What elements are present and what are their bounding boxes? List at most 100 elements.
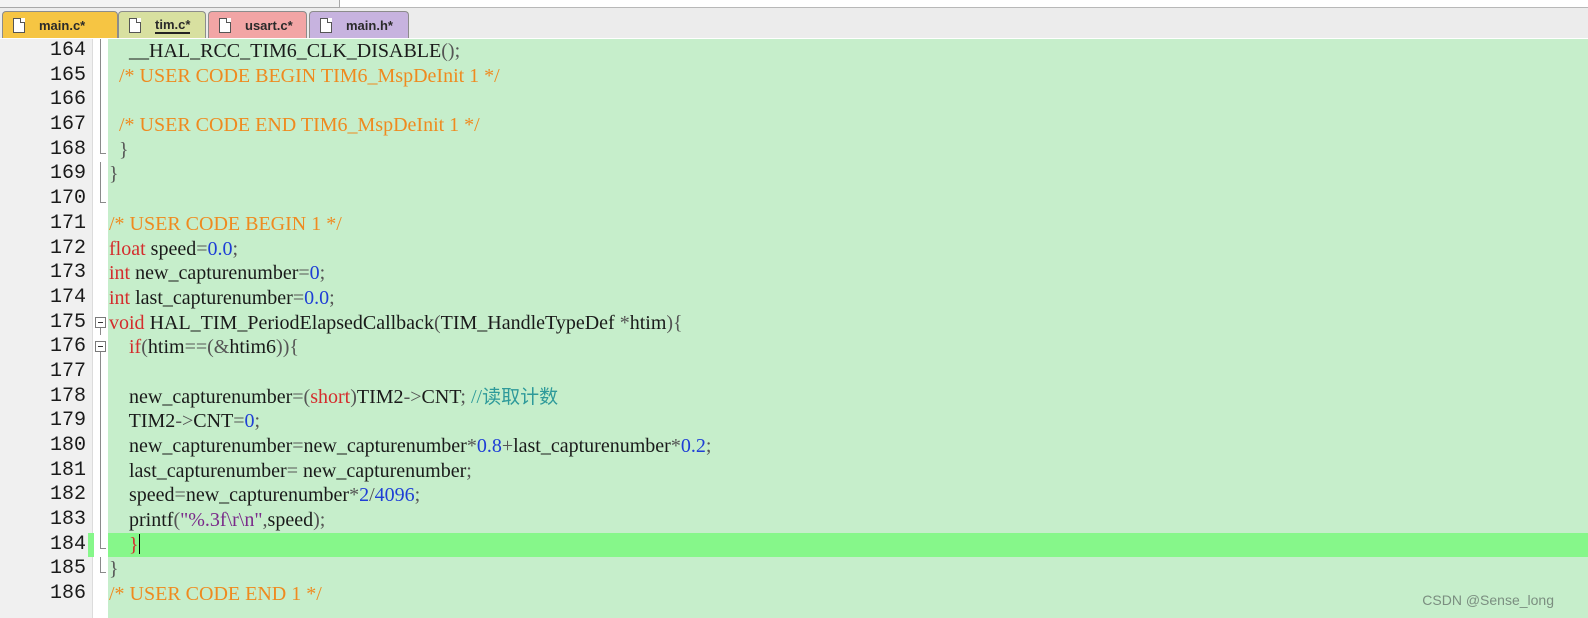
- code-line[interactable]: 168 }: [0, 137, 1588, 163]
- code-line[interactable]: 172 float speed=0.0;: [0, 236, 1588, 262]
- code-text[interactable]: }: [109, 533, 140, 558]
- code-line[interactable]: 170: [0, 187, 1588, 212]
- fold-marker[interactable]: [94, 335, 108, 361]
- code-text[interactable]: /* USER CODE END 1 */: [109, 582, 322, 607]
- code-text[interactable]: }: [109, 138, 129, 163]
- code-text[interactable]: new_capturenumber=(short)TIM2->CNT; //读取…: [109, 385, 558, 410]
- line-number: 164: [49, 39, 86, 62]
- code-line[interactable]: 178 new_capturenumber=(short)TIM2->CNT; …: [0, 384, 1588, 410]
- code-line[interactable]: 186 /* USER CODE END 1 */: [0, 582, 1588, 607]
- code-line[interactable]: 169}: [0, 162, 1588, 188]
- code-line[interactable]: 164 __HAL_RCC_TIM6_CLK_DISABLE();: [0, 39, 1588, 64]
- tab-label: main.c*: [39, 17, 86, 33]
- fold-marker: [94, 434, 108, 459]
- code-line[interactable]: 183 printf("%.3f\r\n",speed);: [0, 508, 1588, 533]
- code-line[interactable]: 175 void HAL_TIM_PeriodElapsedCallback(TI…: [0, 310, 1588, 336]
- code-line[interactable]: 179 TIM2->CNT=0;: [0, 409, 1588, 434]
- line-number: 181: [49, 458, 86, 482]
- code-text[interactable]: printf("%.3f\r\n",speed);: [109, 508, 325, 533]
- line-number: 173: [49, 261, 86, 285]
- code-text[interactable]: }: [109, 162, 119, 187]
- fold-marker: [94, 261, 108, 286]
- fold-marker[interactable]: [94, 310, 108, 336]
- file-icon: [219, 17, 231, 33]
- line-number: 170: [49, 187, 86, 211]
- fold-marker: [94, 458, 108, 484]
- code-editor[interactable]: 164 __HAL_RCC_TIM6_CLK_DISABLE(); 165 /* …: [0, 39, 1588, 618]
- line-number: 165: [49, 63, 86, 87]
- line-number: 185: [49, 557, 86, 581]
- code-line[interactable]: 165 /* USER CODE BEGIN TIM6_MspDeInit 1 …: [0, 63, 1588, 89]
- code-line[interactable]: 177: [0, 359, 1588, 385]
- line-number: 172: [49, 236, 86, 260]
- code-text[interactable]: /* USER CODE BEGIN 1 */: [109, 212, 342, 237]
- fold-marker: [94, 162, 108, 188]
- code-text[interactable]: float speed=0.0;: [109, 237, 238, 262]
- tab-tim-c[interactable]: tim.c*: [118, 11, 206, 38]
- code-text[interactable]: void HAL_TIM_PeriodElapsedCallback(TIM_H…: [109, 311, 683, 336]
- file-icon: [13, 17, 25, 33]
- line-number: 182: [49, 483, 86, 507]
- fold-marker: [94, 137, 108, 163]
- tab-main-h[interactable]: main.h*: [309, 11, 409, 38]
- code-text[interactable]: __HAL_RCC_TIM6_CLK_DISABLE();: [109, 39, 460, 64]
- fold-marker: [94, 359, 108, 385]
- fold-marker: [94, 483, 108, 509]
- fold-marker: [94, 582, 108, 607]
- fold-marker: [94, 285, 108, 311]
- code-text[interactable]: /* USER CODE BEGIN TIM6_MspDeInit 1 */: [109, 64, 500, 89]
- code-line[interactable]: 173 int new_capturenumber=0;: [0, 261, 1588, 286]
- code-line[interactable]: 184 }: [0, 532, 1588, 558]
- tab-label: usart.c*: [245, 17, 293, 33]
- fold-marker: [94, 236, 108, 262]
- watermark: CSDN @Sense_long: [1422, 592, 1554, 608]
- code-text[interactable]: int last_capturenumber=0.0;: [109, 286, 335, 311]
- tab-label: main.h*: [346, 17, 393, 33]
- code-text[interactable]: TIM2->CNT=0;: [109, 409, 260, 434]
- code-line[interactable]: 176 if(htim==(&htim6)){: [0, 335, 1588, 361]
- fold-marker: [94, 88, 108, 114]
- top-strip-stub: [0, 0, 340, 8]
- code-text[interactable]: if(htim==(&htim6)){: [109, 335, 299, 360]
- line-number: 174: [49, 285, 86, 309]
- line-number: 168: [49, 137, 86, 161]
- line-number: 177: [49, 359, 86, 383]
- fold-marker: [94, 39, 108, 64]
- fold-marker: [94, 187, 108, 212]
- line-number: 183: [49, 508, 86, 532]
- tab-bar: main.c* tim.c* usart.c* main.h*: [0, 8, 1588, 47]
- code-text[interactable]: last_capturenumber= new_capturenumber;: [109, 459, 472, 484]
- collapse-icon[interactable]: [95, 341, 106, 353]
- code-lines: 164 __HAL_RCC_TIM6_CLK_DISABLE(); 165 /* …: [0, 39, 1588, 607]
- code-line[interactable]: 171 /* USER CODE BEGIN 1 */: [0, 211, 1588, 237]
- code-line[interactable]: 167 /* USER CODE END TIM6_MspDeInit 1 */: [0, 113, 1588, 138]
- fold-marker: [94, 557, 108, 583]
- code-line[interactable]: 180 new_capturenumber=new_capturenumber*…: [0, 434, 1588, 459]
- code-line[interactable]: 174 int last_capturenumber=0.0;: [0, 285, 1588, 311]
- line-number: 166: [49, 88, 86, 112]
- line-number: 175: [49, 310, 86, 334]
- fold-marker: [94, 63, 108, 89]
- code-text[interactable]: /* USER CODE END TIM6_MspDeInit 1 */: [109, 113, 480, 138]
- file-icon: [320, 17, 332, 33]
- fold-marker: [94, 113, 108, 138]
- collapse-icon[interactable]: [95, 316, 106, 328]
- code-text[interactable]: }: [109, 557, 119, 582]
- line-number: 178: [49, 384, 86, 408]
- tab-usart-c[interactable]: usart.c*: [208, 11, 307, 38]
- line-number: 169: [49, 162, 86, 186]
- tab-main-c[interactable]: main.c*: [2, 11, 118, 38]
- tab-label: tim.c*: [155, 16, 191, 34]
- code-text[interactable]: int new_capturenumber=0;: [109, 261, 325, 286]
- text-caret: [138, 533, 140, 554]
- fold-marker: [94, 211, 108, 237]
- fold-marker: [94, 409, 108, 434]
- fold-marker: [94, 532, 108, 558]
- code-line[interactable]: 182 speed=new_capturenumber*2/4096;: [0, 483, 1588, 509]
- code-line[interactable]: 166: [0, 88, 1588, 114]
- code-text[interactable]: new_capturenumber=new_capturenumber*0.8+…: [109, 434, 711, 459]
- code-line[interactable]: 181 last_capturenumber= new_capturenumbe…: [0, 458, 1588, 484]
- code-text[interactable]: speed=new_capturenumber*2/4096;: [109, 483, 420, 508]
- code-line[interactable]: 185}: [0, 557, 1588, 583]
- line-number: 180: [49, 434, 86, 457]
